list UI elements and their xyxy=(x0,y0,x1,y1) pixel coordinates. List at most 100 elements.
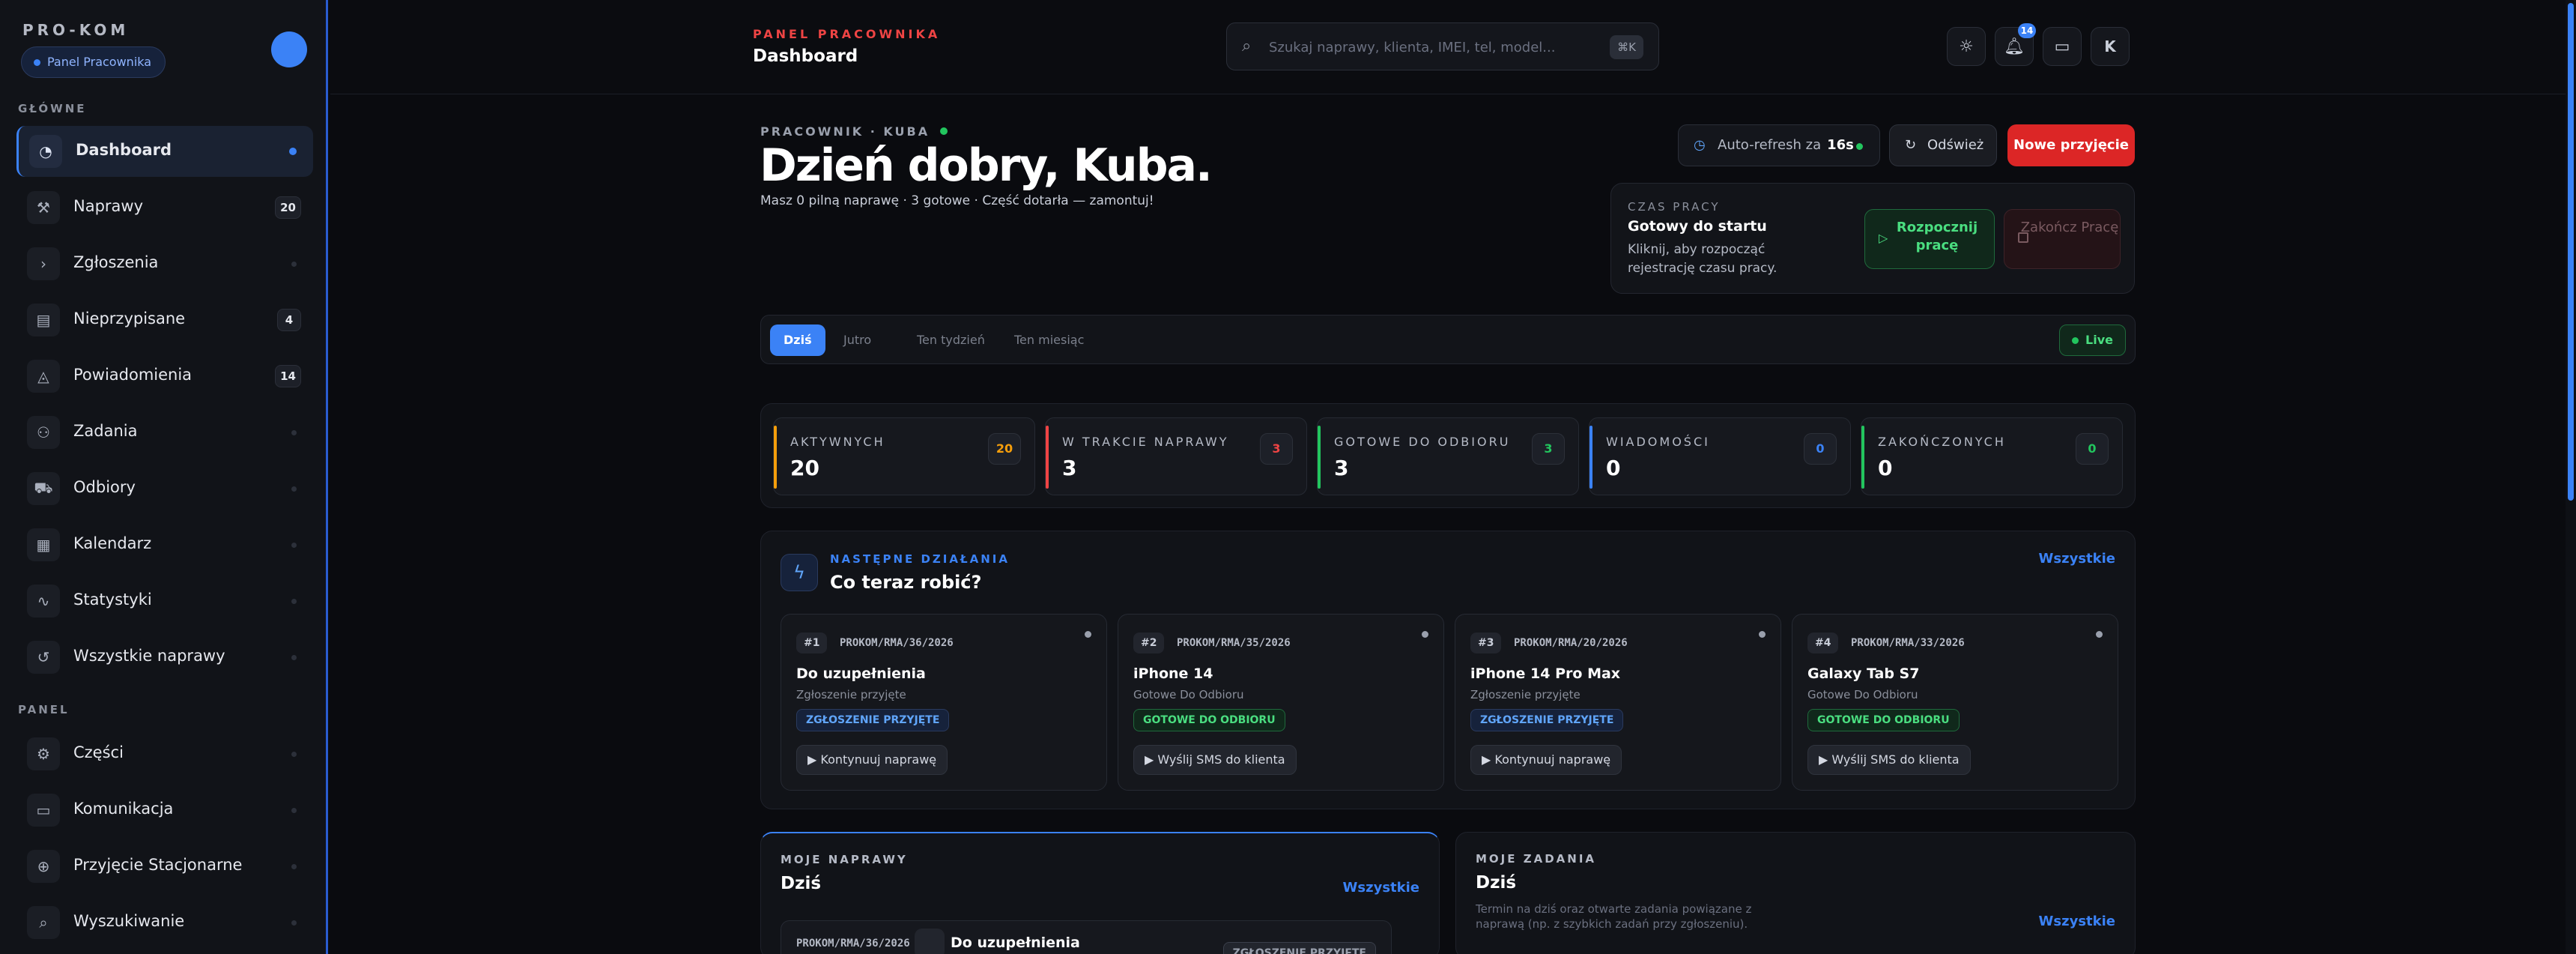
work-time-card: CZAS PRACY Gotowy do startu Kliknij, aby… xyxy=(1610,183,2135,294)
stat-count-pill: 3 xyxy=(1532,433,1565,465)
new-intake-button[interactable]: Nowe przyjęcie xyxy=(2007,124,2135,166)
repair-status-badge: ZGŁOSZENIE PRZYJĘTE xyxy=(1222,942,1376,954)
shortcut-hint: ⌘K xyxy=(1610,35,1643,59)
tab-this-week[interactable]: Ten tydzień xyxy=(903,324,998,356)
next-actions-all-link[interactable]: Wszystkie xyxy=(2039,551,2115,567)
action-button[interactable]: ▶ Wyślij SMS do klienta xyxy=(1133,745,1297,775)
bell-icon: ◬ xyxy=(27,360,60,393)
refresh-button[interactable]: ↻ Odśwież xyxy=(1889,124,1997,166)
stat-card-w-trakcie-naprawy[interactable]: W TRAKCIE NAPRAWY 3 3 xyxy=(1045,417,1307,495)
role-pill: Panel Pracownika xyxy=(21,46,166,78)
avatar[interactable] xyxy=(271,31,307,67)
stop-work-label: Zakończ Pracę xyxy=(2020,220,2119,235)
sun-icon: ☼ xyxy=(1959,37,1974,56)
sidebar-item-label: Części xyxy=(73,743,124,761)
activity-icon: ∿ xyxy=(27,585,60,618)
my-repairs-kicker: MOJE NAPRAWY xyxy=(781,853,908,866)
live-badge: Live xyxy=(2059,324,2126,356)
stat-label: W TRAKCIE NAPRAWY xyxy=(1062,435,1229,449)
search-input[interactable] xyxy=(1269,34,1598,61)
page-title: Dashboard xyxy=(753,46,858,66)
status-dot xyxy=(291,430,297,435)
sidebar-item-statystyki[interactable]: ∿ Statystyki xyxy=(16,576,313,627)
sidebar-item-badge: 14 xyxy=(275,365,301,387)
stat-card-gotowe-do-odbioru[interactable]: GOTOWE DO ODBIORU 3 3 xyxy=(1317,417,1579,495)
page-scrollbar[interactable] xyxy=(2566,0,2576,954)
next-action-card[interactable]: #1 PROKOM/RMA/36/2026 Do uzupełnienia Zg… xyxy=(781,614,1107,791)
sidebar-item-zgloszenia[interactable]: › Zgłoszenia xyxy=(16,238,313,289)
status-dot xyxy=(291,752,297,757)
my-tasks-all-link[interactable]: Wszystkie xyxy=(2039,914,2115,929)
sidebar-item-czesci[interactable]: ⚙ Części xyxy=(16,728,313,779)
action-number: #3 xyxy=(1470,633,1502,653)
tab-this-month[interactable]: Ten miesiąc xyxy=(1001,324,1097,356)
action-button[interactable]: ▶ Kontynuuj naprawę xyxy=(796,745,948,775)
sidebar-item-komunikacja[interactable]: ▭ Komunikacja xyxy=(16,785,313,836)
stop-work-button[interactable]: Zakończ Pracę xyxy=(2004,209,2121,269)
action-status-badge: ZGŁOSZENIE PRZYJĘTE xyxy=(796,709,950,731)
sidebar-item-kalendarz[interactable]: ▦ Kalendarz xyxy=(16,519,313,570)
status-dot xyxy=(291,655,297,660)
next-action-card[interactable]: #3 PROKOM/RMA/20/2026 iPhone 14 Pro Max … xyxy=(1455,614,1781,791)
action-title: iPhone 14 xyxy=(1133,665,1213,682)
repair-row[interactable]: PROKOM/RMA/36/2026 Do uzupełnienia ZGŁOS… xyxy=(781,920,1392,954)
parts-icon: ⚙ xyxy=(27,737,60,770)
truck-icon: ⛟ xyxy=(27,472,60,505)
period-tabs: Dziś Jutro Ten tydzień Ten miesiąc Live xyxy=(760,315,2136,364)
user-menu-button[interactable]: K xyxy=(2091,27,2130,66)
play-icon: ▷ xyxy=(1879,231,1888,245)
sidebar-item-wszystkie-naprawy[interactable]: ↺ Wszystkie naprawy xyxy=(16,632,313,683)
action-button[interactable]: ▶ Wyślij SMS do klienta xyxy=(1807,745,1971,775)
sidebar-item-badge: 20 xyxy=(275,196,301,219)
section-label-panel: PANEL xyxy=(18,703,70,716)
history-icon: ↺ xyxy=(27,641,60,674)
status-dot xyxy=(291,599,297,604)
tab-today[interactable]: Dziś xyxy=(770,324,825,356)
stat-value: 3 xyxy=(1334,456,1349,480)
messages-button[interactable]: ▭ xyxy=(2043,27,2082,66)
status-dot xyxy=(1422,631,1428,638)
sidebar-item-naprawy[interactable]: ⚒ Naprawy 20 xyxy=(16,182,313,233)
sidebar-item-dashboard[interactable]: ◔ Dashboard xyxy=(16,126,313,177)
action-button[interactable]: ▶ Kontynuuj naprawę xyxy=(1470,745,1622,775)
sidebar-item-odbiory[interactable]: ⛟ Odbiory xyxy=(16,463,313,514)
sidebar-item-przyjecie-stacjonarne[interactable]: ⊕ Przyjęcie Stacjonarne xyxy=(16,841,313,892)
sidebar-item-label: Zgłoszenia xyxy=(73,253,159,271)
action-status-badge: GOTOWE DO ODBIORU xyxy=(1133,709,1285,731)
action-status-badge: GOTOWE DO ODBIORU xyxy=(1807,709,1960,731)
sidebar-item-label: Kalendarz xyxy=(73,534,152,552)
status-dot xyxy=(289,148,297,155)
work-time-title: Gotowy do startu xyxy=(1628,218,1767,235)
sidebar: PRO-KOM Panel Pracownika GŁÓWNE ◔ Dashbo… xyxy=(0,0,328,954)
scrollbar-thumb[interactable] xyxy=(2568,3,2574,501)
action-title: Galaxy Tab S7 xyxy=(1807,665,1920,682)
action-ref: PROKOM/RMA/20/2026 xyxy=(1514,637,1628,649)
sidebar-item-label: Statystyki xyxy=(73,591,152,609)
greeting-subtitle: Masz 0 pilną naprawę · 3 gotowe · Część … xyxy=(760,193,1154,208)
stat-accent-bar xyxy=(1318,426,1321,489)
stat-label: WIADOMOŚCI xyxy=(1606,435,1710,449)
stat-card-aktywnych[interactable]: AKTYWNYCH 20 20 xyxy=(773,417,1035,495)
next-action-card[interactable]: #4 PROKOM/RMA/33/2026 Galaxy Tab S7 Goto… xyxy=(1792,614,2118,791)
start-work-button[interactable]: ▷ Rozpocznij pracę xyxy=(1864,209,1995,269)
sidebar-item-nieprzypisane[interactable]: ▤ Nieprzypisane 4 xyxy=(16,295,313,345)
theme-toggle-button[interactable]: ☼ xyxy=(1947,27,1986,66)
sidebar-item-zadania[interactable]: ⚇ Zadania xyxy=(16,407,313,458)
action-subtitle: Zgłoszenie przyjęte xyxy=(796,688,906,701)
my-repairs-all-link[interactable]: Wszystkie xyxy=(1343,880,1419,896)
stat-accent-bar xyxy=(774,426,777,489)
refresh-icon: ↻ xyxy=(1905,137,1917,153)
header-kicker: PANEL PRACOWNIKA xyxy=(753,27,941,41)
notifications-button[interactable]: 🔔︎ 14 xyxy=(1995,23,2036,66)
tab-tomorrow[interactable]: Jutro xyxy=(830,324,885,356)
stat-value: 3 xyxy=(1062,456,1077,480)
sidebar-item-label: Zadania xyxy=(73,422,138,440)
chat-icon: ▭ xyxy=(2054,37,2070,56)
stat-card-zakonczonych[interactable]: ZAKOŃCZONYCH 0 0 xyxy=(1861,417,2123,495)
sidebar-item-badge: 4 xyxy=(277,309,301,331)
next-action-card[interactable]: #2 PROKOM/RMA/35/2026 iPhone 14 Gotowe D… xyxy=(1118,614,1444,791)
sidebar-item-powiadomienia[interactable]: ◬ Powiadomienia 14 xyxy=(16,351,313,402)
sidebar-item-wyszukiwanie[interactable]: ⌕ Wyszukiwanie xyxy=(16,897,313,948)
stat-card-wiadomosci[interactable]: WIADOMOŚCI 0 0 xyxy=(1589,417,1851,495)
refresh-label: Odśwież xyxy=(1927,137,1984,153)
